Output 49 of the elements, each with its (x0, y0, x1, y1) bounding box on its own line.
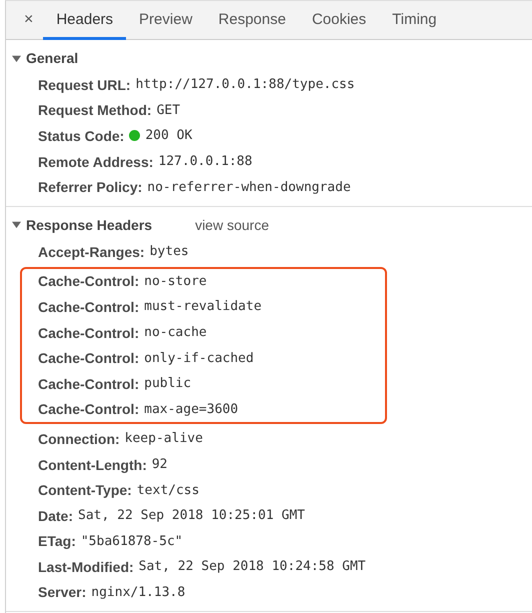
header-value: 200 OK (145, 128, 192, 144)
header-value: nginx/1.13.8 (91, 584, 186, 600)
header-value: text/css (136, 482, 200, 498)
header-name: Last-Modified: (38, 558, 134, 575)
header-value: only-if-cached (144, 350, 254, 366)
header-value: no-store (144, 274, 207, 289)
header-name: Date: (38, 508, 74, 524)
header-name: Cache-Control: (38, 350, 140, 366)
tab[interactable]: Response (205, 1, 299, 40)
header-value: keep-alive (124, 431, 203, 446)
header-name: Accept-Ranges: (38, 244, 145, 260)
header-name: Cache-Control: (38, 298, 140, 315)
header-value: Sat, 22 Sep 2018 10:24:58 GMT (138, 559, 366, 574)
header-name: Referrer Policy: (38, 179, 142, 196)
tab[interactable]: Preview (126, 1, 206, 40)
collapse-triangle-icon[interactable] (12, 220, 21, 230)
header-name: Connection: (38, 430, 120, 447)
header-name: Request URL: (38, 76, 131, 93)
header-name: Request Method: (38, 102, 152, 118)
header-name: Status Code: (38, 128, 124, 144)
header-value: bytes (150, 244, 189, 260)
section-title[interactable]: Response Headers (26, 216, 152, 233)
close-button[interactable]: × (14, 1, 44, 39)
header-name: Cache-Control: (38, 324, 140, 341)
header-name: ETag: (38, 533, 76, 550)
tab[interactable]: Cookies (298, 1, 380, 40)
header-name: Cache-Control: (38, 401, 140, 418)
header-value: "5ba61878-5c" (80, 534, 183, 549)
header-value: http://127.0.0.1:88/type.css (136, 77, 355, 92)
header-value: max-age=3600 (144, 402, 238, 417)
header-value: no-referrer-when-downgrade (147, 180, 351, 195)
section-title[interactable]: General (26, 50, 78, 66)
header-value: 92 (152, 457, 168, 472)
header-name: Cache-Control: (38, 376, 140, 392)
header-name: Server: (38, 584, 86, 600)
header-name: Cache-Control: (38, 273, 140, 290)
header-name: Content-Type: (38, 482, 132, 498)
header-value: Sat, 22 Sep 2018 10:25:01 GMT (78, 508, 305, 524)
tab[interactable]: Timing (379, 1, 450, 40)
view-source-link[interactable]: view source (195, 216, 269, 233)
header-value: must-revalidate (144, 299, 262, 314)
header-name: Remote Address: (38, 154, 154, 170)
collapse-triangle-icon[interactable] (12, 54, 21, 62)
header-value: no-cache (144, 325, 207, 340)
header-value: 127.0.0.1:88 (158, 154, 252, 170)
header-value: GET (156, 102, 180, 118)
header-value: public (144, 376, 192, 392)
header-name: Content-Length: (38, 456, 147, 473)
tab[interactable]: Headers (43, 1, 126, 40)
